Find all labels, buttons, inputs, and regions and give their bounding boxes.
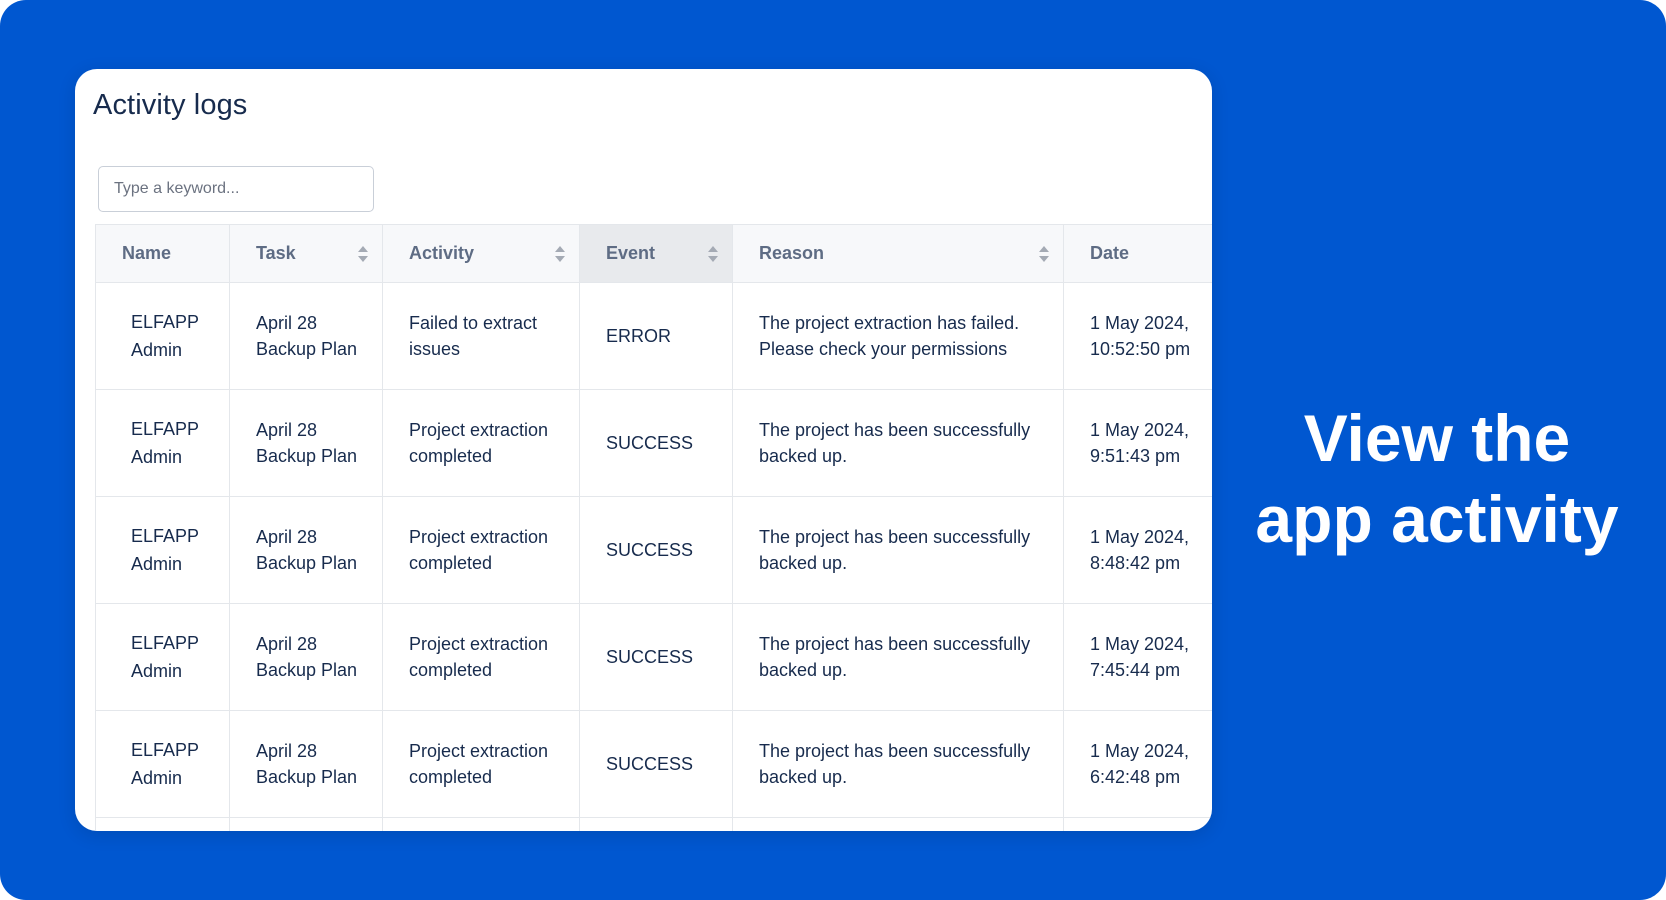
- cell-task: April 28 Backup Plan: [229, 496, 383, 604]
- column-header-reason[interactable]: Reason: [732, 224, 1064, 283]
- cell-reason: The project has been successfully backed…: [732, 389, 1064, 497]
- cell-task: April 28 Backup Plan: [229, 710, 383, 818]
- cell-date: 1 May 2024, 9:51:43 pm: [1063, 389, 1212, 497]
- column-header-label: Name: [122, 243, 172, 263]
- cell-task: April 28 Backup Plan: [229, 389, 383, 497]
- cell-reason: [732, 817, 1064, 831]
- cell-name: [95, 817, 230, 831]
- cell-date: 1 May 2024, 8:48:42 pm: [1063, 496, 1212, 604]
- column-header-label: Event: [606, 243, 656, 263]
- sort-icon[interactable]: [1038, 246, 1050, 262]
- cell-activity: Project extraction completed: [382, 710, 580, 818]
- column-header-event[interactable]: Event: [579, 224, 733, 283]
- table-row: ELFAPP Admin April 28 Backup Plan Failed…: [95, 282, 1212, 390]
- cell-reason: The project has been successfully backed…: [732, 496, 1064, 604]
- cell-activity: [382, 817, 580, 831]
- activity-logs-card: Activity logs Name Task: [75, 69, 1212, 831]
- cell-event: [579, 817, 733, 831]
- cell-reason: The project has been successfully backed…: [732, 603, 1064, 711]
- column-header-label: Task: [256, 243, 296, 263]
- table-row: ELFAPP Admin April 28 Backup Plan Projec…: [95, 603, 1212, 711]
- cell-event: SUCCESS: [579, 389, 733, 497]
- cell-name: ELFAPP Admin: [95, 389, 230, 497]
- tagline-line-2: app activity: [1255, 482, 1619, 556]
- cell-event: SUCCESS: [579, 496, 733, 604]
- table-row: ELFAPP Admin April 28 Backup Plan Projec…: [95, 496, 1212, 604]
- search-input[interactable]: [98, 166, 374, 212]
- cell-activity: Failed to extract issues: [382, 282, 580, 390]
- cell-date: [1063, 817, 1212, 831]
- cell-name: ELFAPP Admin: [95, 496, 230, 604]
- table-container: Name Task Activity Event Reason Date ELF…: [95, 224, 1212, 831]
- cell-task: [229, 817, 383, 831]
- cell-activity: Project extraction completed: [382, 603, 580, 711]
- column-header-date[interactable]: Date: [1063, 224, 1212, 283]
- column-header-label: Activity: [409, 243, 475, 263]
- table-row: [95, 817, 1212, 831]
- table-row: ELFAPP Admin April 28 Backup Plan Projec…: [95, 710, 1212, 818]
- cell-event: ERROR: [579, 282, 733, 390]
- tagline: View the app activity: [1222, 398, 1652, 560]
- cell-date: 1 May 2024, 10:52:50 pm: [1063, 282, 1212, 390]
- cell-name: ELFAPP Admin: [95, 710, 230, 818]
- table-header-row: Name Task Activity Event Reason Date: [95, 224, 1212, 283]
- column-header-label: Reason: [759, 243, 825, 263]
- sort-icon[interactable]: [357, 246, 369, 262]
- sort-icon[interactable]: [554, 246, 566, 262]
- cell-reason: The project has been successfully backed…: [732, 710, 1064, 818]
- cell-activity: Project extraction completed: [382, 496, 580, 604]
- tagline-line-1: View the: [1303, 401, 1571, 475]
- table-row: ELFAPP Admin April 28 Backup Plan Projec…: [95, 389, 1212, 497]
- cell-name: ELFAPP Admin: [95, 282, 230, 390]
- cell-task: April 28 Backup Plan: [229, 603, 383, 711]
- activity-log-table: Name Task Activity Event Reason Date ELF…: [95, 224, 1212, 831]
- cell-activity: Project extraction completed: [382, 389, 580, 497]
- cell-reason: The project extraction has failed. Pleas…: [732, 282, 1064, 390]
- cell-date: 1 May 2024, 6:42:48 pm: [1063, 710, 1212, 818]
- cell-task: April 28 Backup Plan: [229, 282, 383, 390]
- cell-name: ELFAPP Admin: [95, 603, 230, 711]
- column-header-name: Name: [95, 224, 230, 283]
- cell-event: SUCCESS: [579, 603, 733, 711]
- cell-event: SUCCESS: [579, 710, 733, 818]
- column-header-activity[interactable]: Activity: [382, 224, 580, 283]
- sort-icon[interactable]: [707, 246, 719, 262]
- cell-date: 1 May 2024, 7:45:44 pm: [1063, 603, 1212, 711]
- column-header-label: Date: [1090, 243, 1130, 263]
- column-header-task[interactable]: Task: [229, 224, 383, 283]
- promo-banner: Activity logs Name Task: [0, 0, 1666, 900]
- page-title: Activity logs: [93, 89, 248, 121]
